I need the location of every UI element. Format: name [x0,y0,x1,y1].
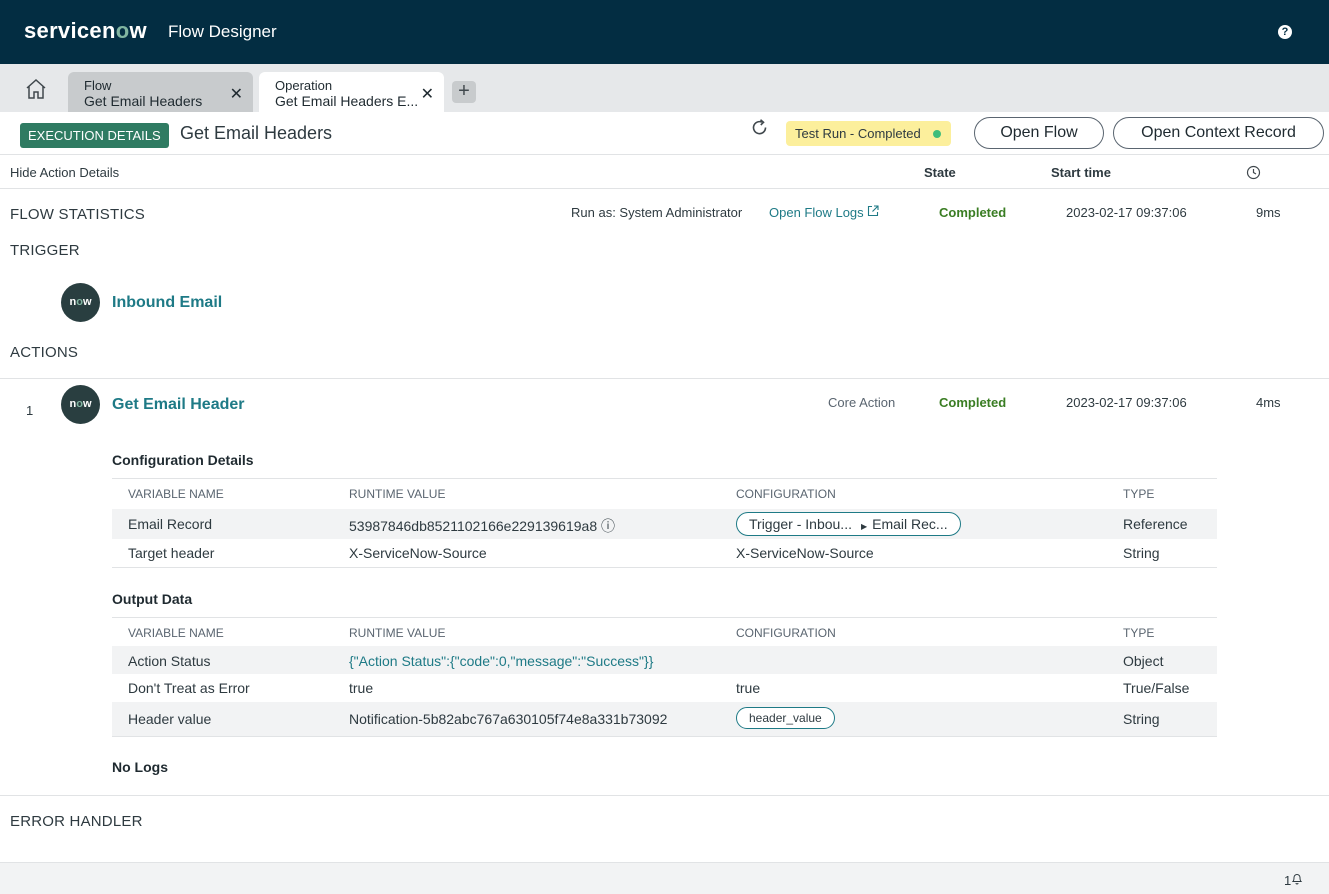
runtime-value: true [349,680,374,696]
tab-name-label: Get Email Headers [84,93,203,109]
flow-duration: 9ms [1256,205,1281,220]
external-link-icon [867,205,879,220]
column-header: VARIABLE NAME [128,626,224,640]
action-duration: 4ms [1256,395,1281,410]
tab-flow[interactable]: Flow Get Email Headers ✕ [68,72,253,112]
tab-type-label: Flow [84,78,112,93]
close-icon[interactable]: ✕ [421,84,434,104]
runtime-value-link[interactable]: 53987846db8521102166e229139619a8 ⓘ [349,516,615,536]
plus-icon[interactable]: + [452,81,476,103]
execution-header: EXECUTION DETAILS Get Email Headers Test… [0,112,1329,155]
column-header: VARIABLE NAME [128,487,224,501]
no-logs-label: No Logs [112,759,168,775]
table-row: Don't Treat as Error true true True/Fals… [112,674,1217,702]
question-icon[interactable]: ? [1278,25,1292,39]
column-header: TYPE [1123,626,1155,640]
open-flow-button[interactable]: Open Flow [974,117,1104,149]
column-header: RUNTIME VALUE [349,487,446,501]
open-context-record-button[interactable]: Open Context Record [1113,117,1324,149]
trigger-name-link[interactable]: Inbound Email [112,294,222,312]
app-name: Flow Designer [168,22,277,41]
pill-segment: Trigger - Inbou... [749,516,852,532]
column-header: CONFIGURATION [736,487,836,501]
variable-name: Target header [128,545,215,561]
variable-type: Object [1123,653,1164,669]
tab-name-label: Get Email Headers E... [275,93,419,109]
runtime-value: Notification-5b82abc767a630105f74e8a331b… [349,711,668,727]
table-row: Target header X-ServiceNow-Source X-Serv… [112,539,1217,567]
footer-bar: 1 [0,862,1329,894]
tab-type-label: Operation [275,78,333,93]
execution-details-badge: EXECUTION DETAILS [20,123,169,148]
table-header-row: VARIABLE NAME RUNTIME VALUE CONFIGURATIO… [112,618,1217,646]
variable-type: True/False [1123,680,1190,696]
action-start-time: 2023-02-17 09:37:06 [1066,395,1187,410]
runtime-value: X-ServiceNow-Source [349,545,487,561]
info-icon[interactable]: ⓘ [601,518,615,534]
trigger-title: TRIGGER [10,242,80,259]
flow-start-time: 2023-02-17 09:37:06 [1066,205,1187,220]
table-header-row: VARIABLE NAME RUNTIME VALUE CONFIGURATIO… [112,479,1217,509]
variable-type: String [1123,545,1160,561]
open-flow-logs-label: Open Flow Logs [769,205,864,220]
configuration-pill[interactable]: header_value [736,707,835,729]
configuration-pill[interactable]: Trigger - Inbou... ▶ Email Rec... [736,512,961,536]
variable-name: Header value [128,711,212,727]
output-table: VARIABLE NAME RUNTIME VALUE CONFIGURATIO… [112,617,1217,737]
action-number: 1 [26,403,34,418]
table-row: Email Record 53987846db8521102166e229139… [112,509,1217,539]
now-logo-icon: now [61,283,100,322]
flow-state: Completed [939,205,1007,220]
table-row: Action Status {"Action Status":{"code":0… [112,646,1217,674]
actions-title: ACTIONS [10,344,79,361]
error-handler-title[interactable]: ERROR HANDLER [10,813,143,830]
tab-operation[interactable]: Operation Get Email Headers E... ✕ [259,72,444,112]
column-header: TYPE [1123,487,1155,501]
bell-icon [1291,873,1303,888]
status-text: Test Run - Completed [795,126,921,141]
configuration-value: true [736,680,761,696]
column-header: CONFIGURATION [736,626,836,640]
output-data-title: Output Data [112,591,193,607]
variable-name: Don't Treat as Error [128,680,250,696]
column-header: RUNTIME VALUE [349,626,446,640]
refresh-icon[interactable] [750,118,770,138]
action-kind: Core Action [828,395,896,410]
open-flow-logs-link[interactable]: Open Flow Logs [769,205,879,220]
clock-icon [1246,165,1261,180]
start-time-column-header: Start time [1051,165,1111,180]
variable-name: Action Status [128,653,211,669]
configuration-details-title: Configuration Details [112,452,254,468]
variable-type: Reference [1123,516,1188,532]
status-dot-icon [932,130,941,138]
state-column-header: State [924,165,956,180]
hide-action-details-link[interactable]: Hide Action Details [10,165,119,180]
runtime-value-text: 53987846db8521102166e229139619a8 [349,518,598,534]
variable-type: String [1123,711,1160,727]
now-logo-icon: now [61,385,100,424]
action-state: Completed [939,395,1007,410]
runtime-value-link[interactable]: {"Action Status":{"code":0,"message":"Su… [349,653,653,669]
page-title: Get Email Headers [180,123,333,143]
column-header-row: Hide Action Details State Start time [0,155,1329,189]
servicenow-logo: servicenow [24,18,147,43]
action-name-link[interactable]: Get Email Header [112,396,245,414]
caret-right-icon: ▶ [860,522,868,531]
run-as-text: Run as: System Administrator [571,205,743,220]
home-icon[interactable] [24,78,48,100]
tab-strip: Flow Get Email Headers ✕ Operation Get E… [0,64,1329,112]
notification-counter[interactable]: 1 [1284,872,1303,888]
pill-segment: Email Rec... [872,516,948,532]
close-icon[interactable]: ✕ [230,84,243,104]
variable-name: Email Record [128,516,213,532]
top-banner: servicenow Flow Designer ? [0,0,1329,64]
flow-statistics-title: FLOW STATISTICS [10,206,145,223]
configuration-table: VARIABLE NAME RUNTIME VALUE CONFIGURATIO… [112,478,1217,568]
configuration-value: X-ServiceNow-Source [736,545,874,561]
status-badge: Test Run - Completed [786,121,951,146]
table-row: Header value Notification-5b82abc767a630… [112,702,1217,736]
